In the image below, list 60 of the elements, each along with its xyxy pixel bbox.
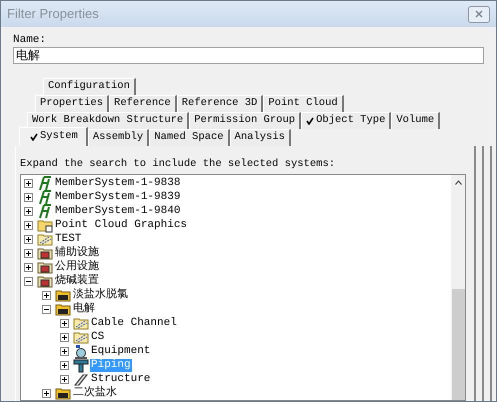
tree-item[interactable]: CS xyxy=(90,330,106,344)
expand-icon[interactable] xyxy=(60,346,69,356)
pipe-icon xyxy=(73,357,89,373)
tree-item[interactable]: 烧碱装置 xyxy=(54,274,100,288)
tree-item[interactable]: TEST xyxy=(54,232,82,246)
tab[interactable]: Object Type xyxy=(301,112,392,129)
tree-item[interactable]: 辅助设施 xyxy=(54,246,100,260)
window-title: Filter Properties xyxy=(7,5,99,24)
instruction-text: Expand the search to include the selected systems: xyxy=(20,158,336,171)
tab[interactable]: Volume xyxy=(391,112,440,129)
expand-icon[interactable] xyxy=(42,290,51,300)
tab[interactable]: Point Cloud xyxy=(263,95,344,112)
expand-icon[interactable] xyxy=(24,262,33,272)
expand-icon[interactable] xyxy=(24,192,33,202)
collapse-icon[interactable] xyxy=(24,276,33,286)
tree-item[interactable]: 电解 xyxy=(72,302,96,316)
tree-item[interactable]: MemberSystem-1-9838 xyxy=(54,176,182,190)
check-icon xyxy=(306,117,314,125)
tree-item[interactable]: Equipment xyxy=(90,344,152,358)
beam-icon xyxy=(37,189,53,205)
tree-item[interactable]: 淡盐水脱氯 xyxy=(72,288,129,302)
tab[interactable]: Configuration xyxy=(43,78,136,95)
expand-icon[interactable] xyxy=(24,248,33,258)
tab[interactable]: Reference 3D xyxy=(176,95,264,112)
tab[interactable]: Properties xyxy=(35,95,110,112)
tree-item[interactable]: Structure xyxy=(90,372,152,386)
check-icon xyxy=(30,133,38,141)
tab[interactable]: Work Breakdown Structure xyxy=(27,112,190,129)
expand-icon[interactable] xyxy=(24,220,33,230)
scrollbar[interactable] xyxy=(451,175,465,400)
tree-item[interactable]: MemberSystem-1-9840 xyxy=(54,204,182,218)
expand-icon[interactable] xyxy=(24,234,33,244)
close-button[interactable] xyxy=(468,6,490,22)
tree-item[interactable]: 公用设施 xyxy=(54,260,100,274)
name-label: Name: xyxy=(13,33,48,47)
beam-icon xyxy=(37,175,53,191)
tree-item[interactable]: Cable Channel xyxy=(90,316,178,330)
expand-icon[interactable] xyxy=(24,178,33,188)
expand-icon[interactable] xyxy=(42,388,51,398)
expand-icon[interactable] xyxy=(60,360,69,370)
scroll-up-icon[interactable] xyxy=(454,180,462,185)
tree-item[interactable]: MemberSystem-1-9839 xyxy=(54,190,182,204)
name-field[interactable]: 电解 xyxy=(13,47,484,64)
beam-icon xyxy=(37,203,53,219)
scroll-thumb[interactable] xyxy=(452,289,464,400)
expand-icon[interactable] xyxy=(60,374,69,384)
tab[interactable]: Analysis xyxy=(230,129,291,146)
pump-icon xyxy=(73,343,89,359)
expand-icon[interactable] xyxy=(24,206,33,216)
tree-item[interactable]: 二次盐水 xyxy=(72,386,118,400)
expand-icon[interactable] xyxy=(60,318,69,328)
tab[interactable]: Named Space xyxy=(149,129,230,146)
tab[interactable]: Assembly xyxy=(88,129,150,146)
tree-item[interactable]: Point Cloud Graphics xyxy=(54,218,188,232)
tab[interactable]: System xyxy=(19,127,88,146)
tab[interactable]: Permission Group xyxy=(189,112,302,129)
collapse-icon[interactable] xyxy=(42,304,51,314)
tab[interactable]: Reference xyxy=(109,95,177,112)
expand-icon[interactable] xyxy=(60,332,69,342)
close-icon xyxy=(475,10,483,18)
